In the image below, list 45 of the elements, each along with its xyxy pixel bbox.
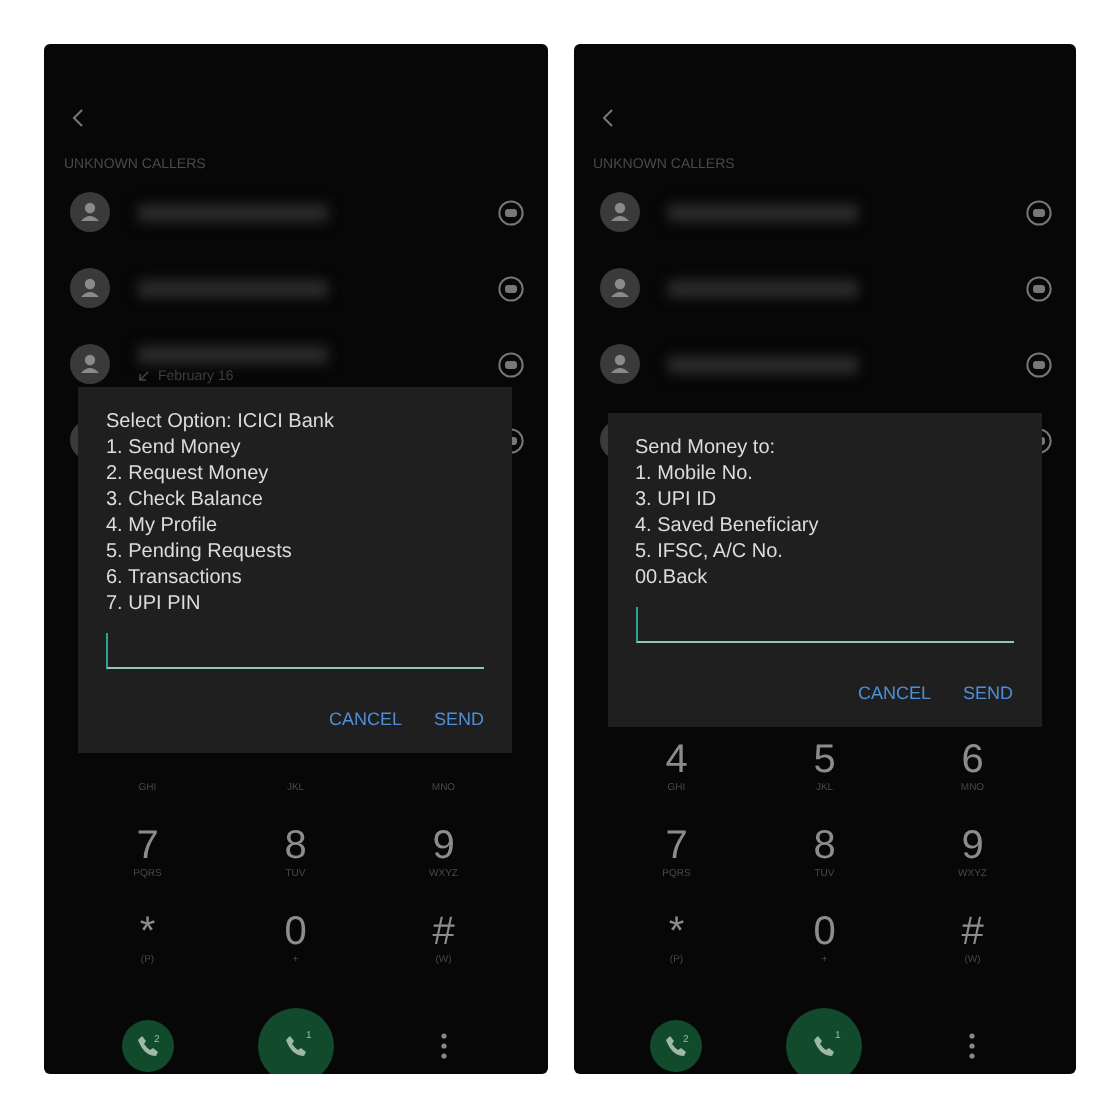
call-button[interactable]: 2 xyxy=(650,1020,703,1072)
call-arrow-icon xyxy=(138,370,150,382)
more-icon[interactable] xyxy=(439,1032,448,1060)
message-icon[interactable] xyxy=(497,199,523,225)
dialog-button[interactable]: CANCEL xyxy=(857,682,931,702)
call-button[interactable]: 2 xyxy=(121,1020,174,1072)
menu-option: 1. Send Money xyxy=(106,434,241,460)
menu-option: 5. Pending Requests xyxy=(106,538,292,564)
call-button[interactable]: 1 xyxy=(257,1008,334,1074)
menu-option: 7. UPI PIN xyxy=(106,590,201,616)
call-button[interactable]: 1 xyxy=(786,1008,863,1074)
message-icon[interactable] xyxy=(497,275,523,301)
back-icon[interactable] xyxy=(72,108,84,128)
menu-option: 2. Request Money xyxy=(106,460,269,486)
phone-icon xyxy=(812,1034,837,1058)
menu-option: 4. Saved Beneficiary xyxy=(635,512,819,538)
avatar-icon xyxy=(70,192,110,232)
message-icon[interactable] xyxy=(1026,275,1052,301)
dialog-button[interactable]: SEND xyxy=(962,682,1013,702)
message-icon[interactable] xyxy=(1026,351,1052,377)
input-field[interactable] xyxy=(635,606,1013,642)
phone-icon xyxy=(135,1034,160,1058)
avatar-icon xyxy=(599,192,639,232)
avatar-icon xyxy=(70,344,110,384)
input-field[interactable] xyxy=(106,632,484,668)
back-icon[interactable] xyxy=(601,108,613,128)
dialog-title: Select Option: ICICI Bank xyxy=(106,408,334,434)
dialog-title: Send Money to: xyxy=(635,434,776,460)
menu-option: 00.Back xyxy=(635,564,708,590)
phone-icon xyxy=(664,1034,689,1058)
dialog-button[interactable]: SEND xyxy=(433,708,484,728)
menu-option: 3. UPI ID xyxy=(635,486,717,512)
menu-option: 5. IFSC, A/C No. xyxy=(635,538,783,564)
avatar-icon xyxy=(599,344,639,384)
message-icon[interactable] xyxy=(1026,199,1052,225)
avatar-icon xyxy=(599,268,639,308)
menu-option: 6. Transactions xyxy=(106,564,242,590)
more-icon[interactable] xyxy=(968,1032,977,1060)
message-icon[interactable] xyxy=(497,351,523,377)
menu-option: 4. My Profile xyxy=(106,512,218,538)
phone-icon xyxy=(283,1034,308,1058)
menu-option: 1. Mobile No. xyxy=(635,460,753,486)
dialog-button[interactable]: CANCEL xyxy=(328,708,402,728)
menu-option: 3. Check Balance xyxy=(106,486,263,512)
avatar-icon xyxy=(70,268,110,308)
